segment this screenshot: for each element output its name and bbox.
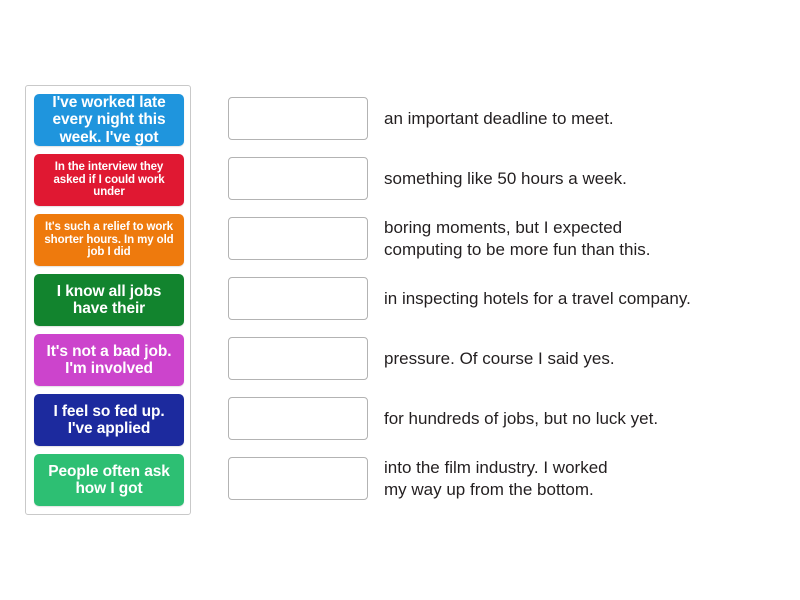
answer-row: something like 50 hours a week. xyxy=(228,157,768,200)
draggable-tile[interactable]: I feel so fed up. I've applied xyxy=(34,394,184,446)
drop-slot[interactable] xyxy=(228,217,368,260)
draggable-tile[interactable]: People often ask how I got xyxy=(34,454,184,506)
drop-slot[interactable] xyxy=(228,337,368,380)
drop-slot[interactable] xyxy=(228,97,368,140)
draggable-tile[interactable]: It's not a bad job. I'm involved xyxy=(34,334,184,386)
answer-text: something like 50 hours a week. xyxy=(384,168,627,188)
tiles-tray[interactable]: I've worked late every night this week. … xyxy=(25,85,191,515)
draggable-tile[interactable]: I know all jobs have their xyxy=(34,274,184,326)
drop-slot[interactable] xyxy=(228,157,368,200)
drop-slot[interactable] xyxy=(228,277,368,320)
answer-text: for hundreds of jobs, but no luck yet. xyxy=(384,408,659,428)
answer-text: pressure. Of course I said yes. xyxy=(384,348,615,368)
answer-text: an important deadline to meet. xyxy=(384,108,614,128)
answer-row: pressure. Of course I said yes. xyxy=(228,337,768,380)
answer-row: boring moments, but I expected computing… xyxy=(228,217,768,260)
answer-row: an important deadline to meet. xyxy=(228,97,768,140)
answer-row: into the film industry. I worked my way … xyxy=(228,457,768,500)
draggable-tile[interactable]: I've worked late every night this week. … xyxy=(34,94,184,146)
answer-row: for hundreds of jobs, but no luck yet. xyxy=(228,397,768,440)
answer-text: boring moments, but I expected computing… xyxy=(384,217,651,259)
answer-text: into the film industry. I worked my way … xyxy=(384,457,608,499)
answer-row: in inspecting hotels for a travel compan… xyxy=(228,277,768,320)
answer-text: in inspecting hotels for a travel compan… xyxy=(384,288,691,308)
activity-canvas: I've worked late every night this week. … xyxy=(0,0,800,600)
drop-slot[interactable] xyxy=(228,397,368,440)
answer-list: an important deadline to meet. something… xyxy=(228,97,768,517)
drop-slot[interactable] xyxy=(228,457,368,500)
draggable-tile[interactable]: In the interview they asked if I could w… xyxy=(34,154,184,206)
draggable-tile[interactable]: It's such a relief to work shorter hours… xyxy=(34,214,184,266)
